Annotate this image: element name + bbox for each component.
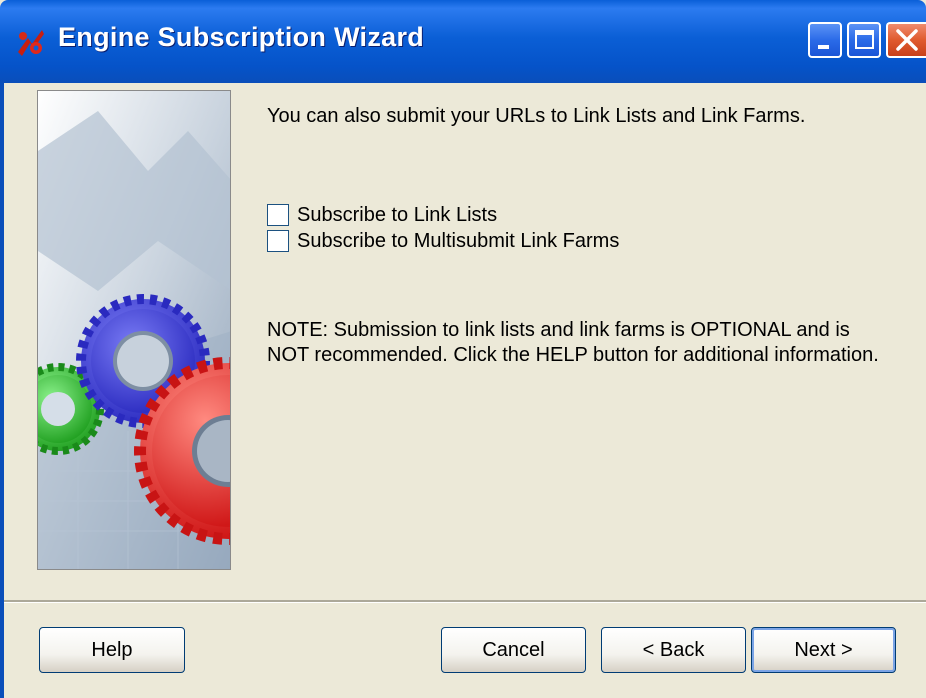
option-link-farms[interactable]: Subscribe to Multisubmit Link Farms [267, 229, 619, 253]
link-farms-label[interactable]: Subscribe to Multisubmit Link Farms [297, 230, 619, 253]
back-button[interactable]: < Back [601, 627, 746, 673]
option-link-lists[interactable]: Subscribe to Link Lists [267, 203, 497, 227]
close-button[interactable] [886, 22, 926, 58]
window-title: Engine Subscription Wizard [58, 22, 425, 52]
wizard-illustration [37, 90, 231, 570]
wizard-gears-icon [18, 30, 44, 56]
window-border [0, 83, 4, 698]
maximize-icon [855, 30, 874, 49]
title-bar[interactable]: Engine Subscription Wizard [0, 0, 926, 83]
minimize-button[interactable] [808, 22, 842, 58]
minimize-icon [818, 45, 829, 49]
maximize-button[interactable] [847, 22, 881, 58]
link-farms-checkbox[interactable] [267, 230, 289, 252]
intro-text: You can also submit your URLs to Link Li… [267, 105, 806, 127]
close-icon [896, 29, 918, 51]
link-lists-label[interactable]: Subscribe to Link Lists [297, 204, 497, 227]
next-button[interactable]: Next > [751, 627, 896, 673]
help-button[interactable]: Help [39, 627, 185, 673]
cancel-button[interactable]: Cancel [441, 627, 586, 673]
note-text: NOTE: Submission to link lists and link … [267, 318, 907, 368]
note-line-2: NOT recommended. Click the HELP button f… [267, 344, 879, 366]
note-line-1: NOTE: Submission to link lists and link … [267, 319, 850, 341]
footer-separator [4, 600, 926, 603]
link-lists-checkbox[interactable] [267, 204, 289, 226]
gears-illustration [38, 91, 230, 569]
wizard-window: Engine Subscription Wizard You can also … [0, 0, 926, 698]
